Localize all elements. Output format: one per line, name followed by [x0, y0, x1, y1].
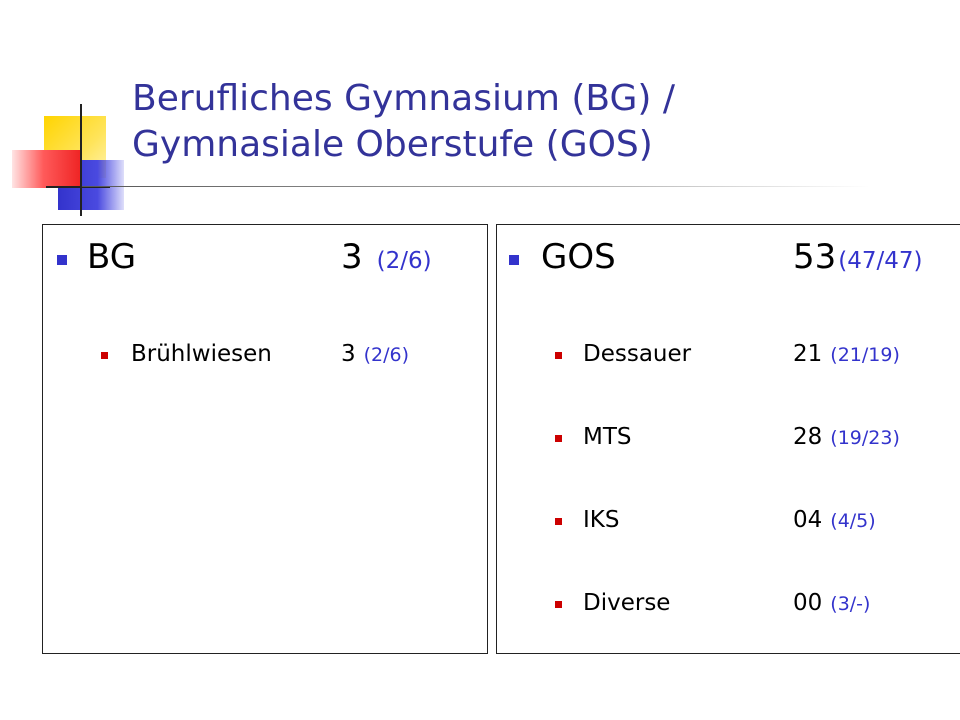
slide-title: Berufliches Gymnasium (BG) / Gymnasiale … [132, 76, 892, 168]
gos-heading-label: GOS [541, 237, 616, 277]
list-item: IKS 04 (4/5) [583, 507, 876, 533]
item-label: Diverse [583, 590, 671, 616]
item-sub: (4/5) [830, 510, 876, 532]
item-label: MTS [583, 424, 632, 450]
item-sub: (19/23) [830, 427, 900, 449]
slide-title-line-1: Berufliches Gymnasium (BG) / [132, 78, 675, 119]
item-value: 3 [341, 341, 356, 367]
bg-heading-sub: (2/6) [376, 248, 432, 274]
logo-vertical-line [80, 104, 82, 216]
item-value: 04 [793, 507, 823, 533]
bg-heading-label: BG [87, 237, 137, 277]
item-sub: (21/19) [830, 344, 900, 366]
square-bullet-icon [509, 255, 519, 265]
square-bullet-icon [555, 435, 562, 442]
item-label: IKS [583, 507, 620, 533]
item-sub: (2/6) [363, 344, 410, 366]
square-bullet-icon [555, 352, 562, 359]
item-value: 28 [793, 424, 823, 450]
square-bullet-icon [57, 255, 67, 265]
gos-panel: GOS 53 (47/47) Dessauer 21 (21/19) MTS 2… [496, 224, 960, 654]
slide-title-line-2: Gymnasiale Oberstufe (GOS) [132, 124, 653, 165]
bg-panel: BG 3 (2/6) Brühlwiesen 3 (2/6) [42, 224, 488, 654]
list-item: MTS 28 (19/23) [583, 424, 900, 450]
item-sub: (3/-) [830, 593, 871, 615]
item-value: 00 [793, 590, 823, 616]
square-bullet-icon [101, 352, 108, 359]
list-item: Diverse 00 (3/-) [583, 590, 870, 616]
gos-heading-sub: (47/47) [838, 248, 923, 274]
logo-red-square [12, 150, 82, 188]
list-item: Brühlwiesen 3 (2/6) [131, 341, 409, 367]
square-bullet-icon [555, 518, 562, 525]
bg-heading-row: BG 3 (2/6) [87, 237, 432, 277]
gos-heading-value: 53 [793, 237, 837, 277]
list-item: Dessauer 21 (21/19) [583, 341, 900, 367]
title-underline [82, 186, 870, 187]
gos-heading-row: GOS 53 (47/47) [541, 237, 923, 277]
item-label: Brühlwiesen [131, 341, 272, 367]
bg-heading-value: 3 [341, 237, 363, 277]
square-bullet-icon [555, 601, 562, 608]
item-label: Dessauer [583, 341, 692, 367]
item-value: 21 [793, 341, 823, 367]
